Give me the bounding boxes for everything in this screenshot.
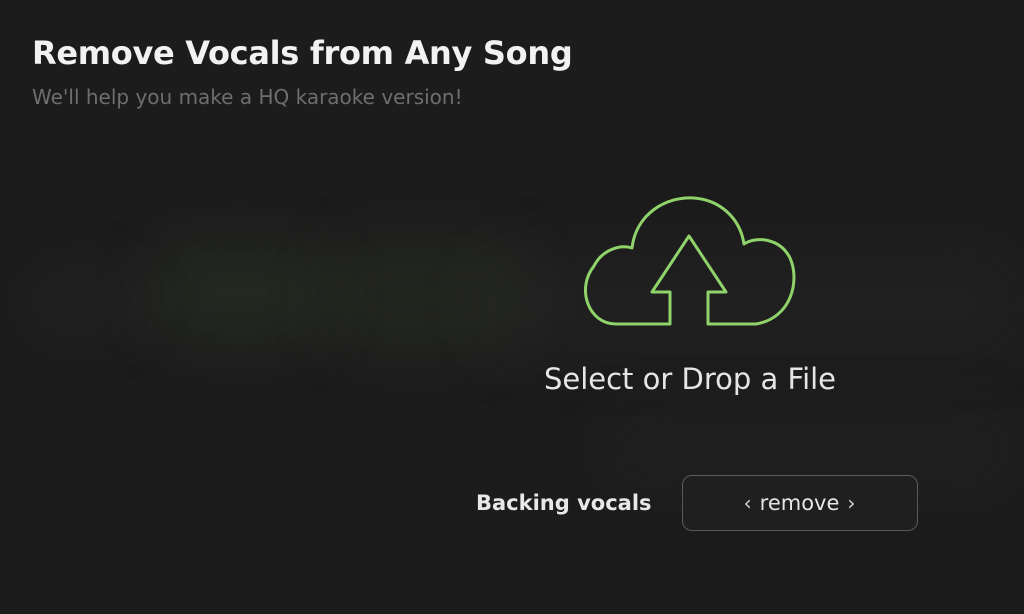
- dropzone-label: Select or Drop a File: [543, 362, 837, 396]
- backing-vocals-option: Backing vocals ‹ remove ›: [476, 474, 918, 532]
- background-blur: [30, 275, 140, 330]
- background-blur: [150, 245, 330, 340]
- backing-vocals-toggle[interactable]: ‹ remove ›: [681, 475, 918, 531]
- chevron-right-icon[interactable]: ›: [847, 491, 855, 515]
- chevron-left-icon[interactable]: ‹: [744, 491, 752, 515]
- app-window: Remove Vocals from Any Song We'll help y…: [0, 0, 1024, 614]
- page-subtitle: We'll help you make a HQ karaoke version…: [32, 85, 463, 109]
- page-header: Remove Vocals from Any Song We'll help y…: [32, 32, 573, 110]
- backing-vocals-label: Backing vocals: [476, 491, 652, 515]
- page-title: Remove Vocals from Any Song: [32, 34, 573, 72]
- cloud-upload-icon[interactable]: [580, 188, 800, 328]
- backing-vocals-value: remove: [759, 491, 840, 515]
- background-blur: [325, 240, 525, 350]
- file-dropzone[interactable]: Select or Drop a File: [500, 188, 880, 418]
